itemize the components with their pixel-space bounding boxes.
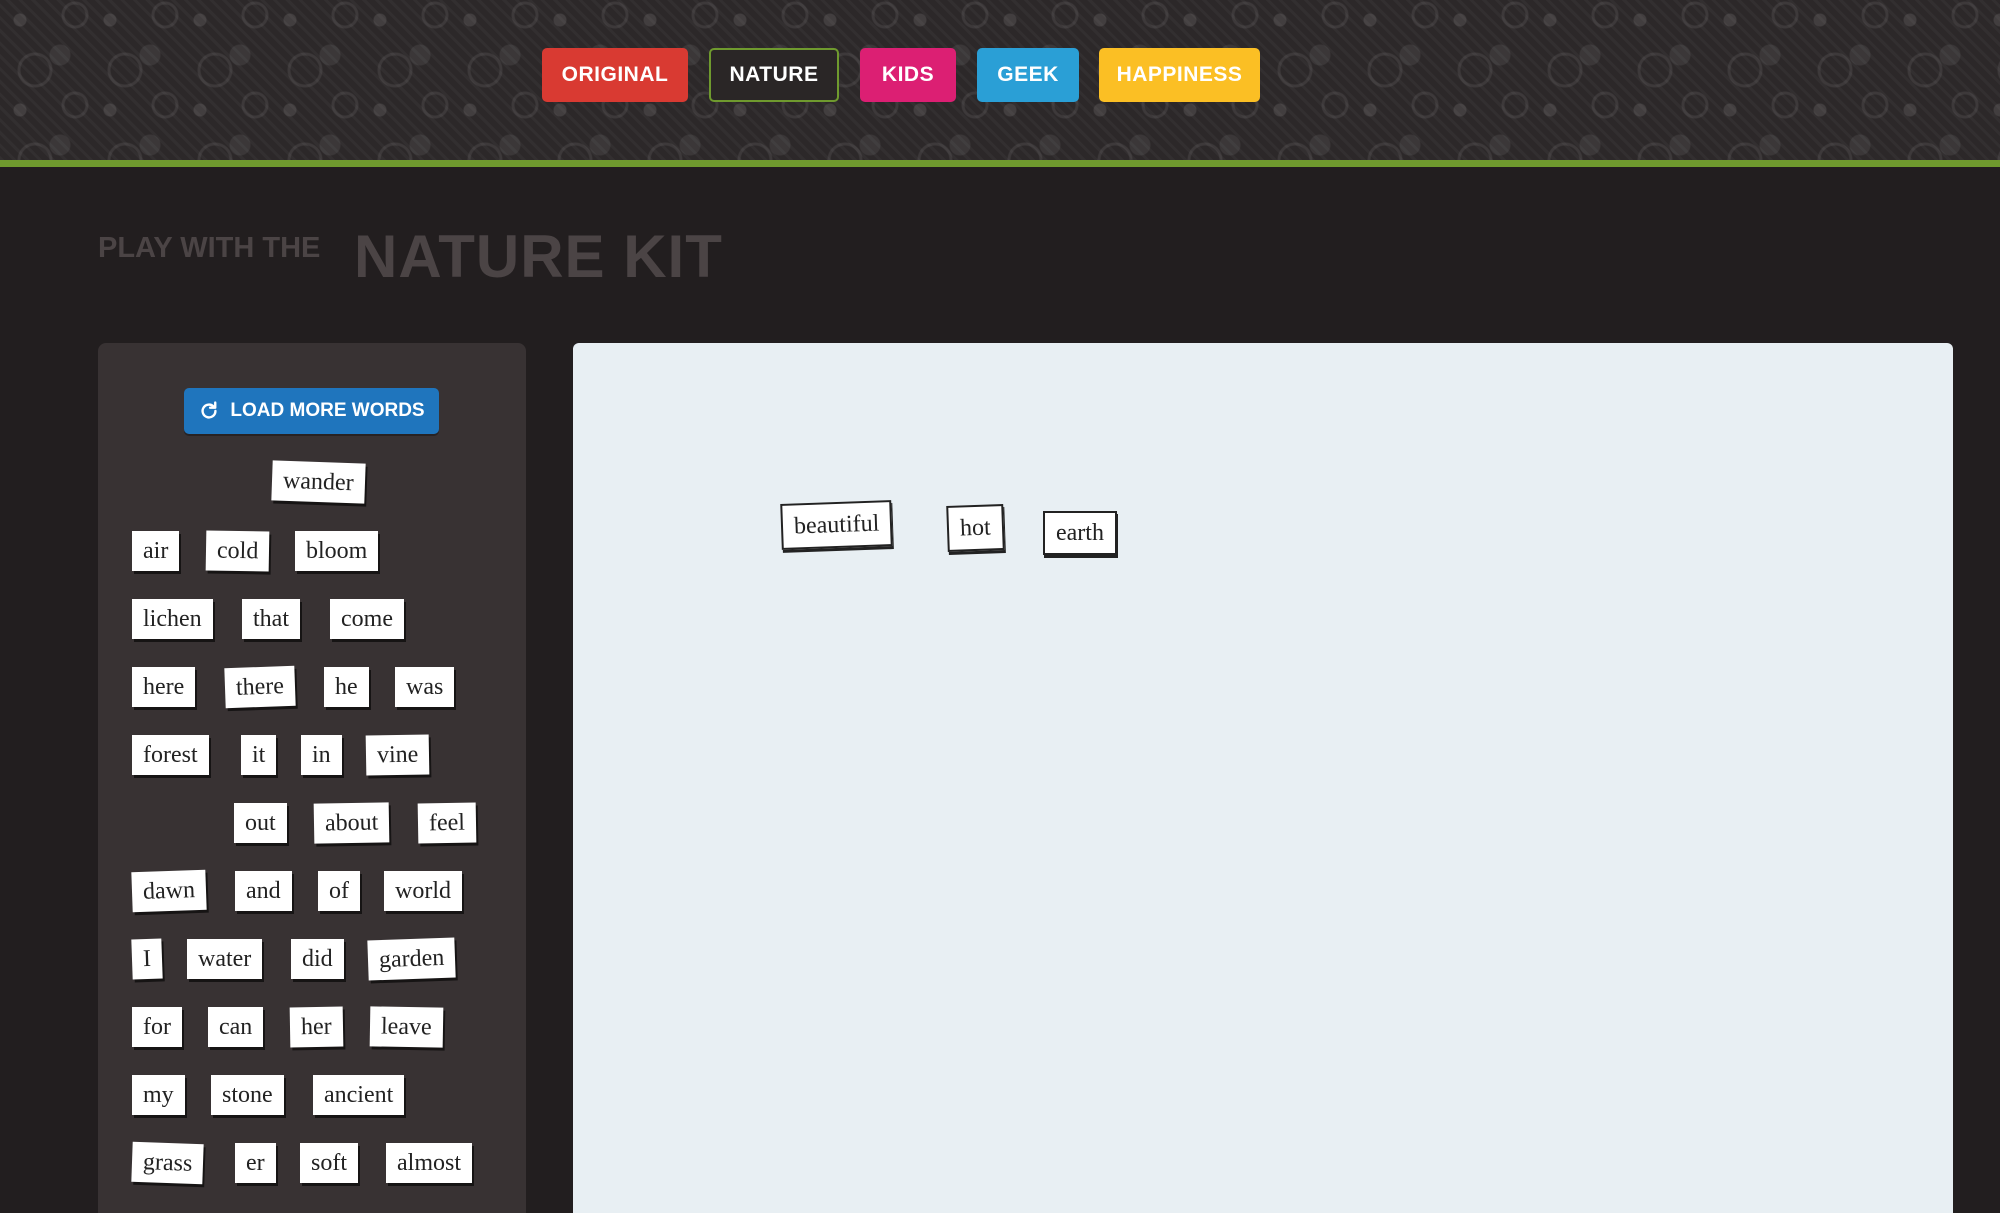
word-tile[interactable]: I bbox=[131, 938, 163, 980]
kit-button-nature[interactable]: NATURE bbox=[709, 48, 839, 102]
word-tile[interactable]: that bbox=[242, 599, 300, 639]
word-tile[interactable]: of bbox=[318, 871, 360, 911]
word-tile[interactable]: her bbox=[289, 1006, 344, 1048]
kit-button-kids[interactable]: KIDS bbox=[860, 48, 956, 102]
word-tile[interactable]: air bbox=[132, 531, 180, 571]
word-tile[interactable]: garden bbox=[367, 937, 456, 981]
word-tile[interactable]: in bbox=[301, 735, 342, 775]
refresh-icon bbox=[201, 401, 217, 419]
canvas-word-tile[interactable]: beautiful bbox=[780, 500, 894, 550]
word-tile[interactable]: leave bbox=[369, 1006, 443, 1048]
word-tile[interactable]: he bbox=[324, 667, 369, 707]
word-tile[interactable]: bloom bbox=[295, 531, 379, 571]
word-tile[interactable]: stone bbox=[211, 1075, 284, 1115]
load-more-words-button[interactable]: LOAD MORE WORDS bbox=[184, 388, 439, 434]
word-tile[interactable]: lichen bbox=[132, 599, 213, 639]
kit-button-original[interactable]: ORIGINAL bbox=[542, 48, 688, 102]
kit-nav: ORIGINAL NATURE KIDS GEEK HAPPINESS bbox=[0, 48, 2000, 104]
word-tile[interactable]: my bbox=[132, 1075, 185, 1115]
word-tile[interactable]: vine bbox=[365, 734, 430, 776]
word-tile[interactable]: cold bbox=[205, 530, 270, 572]
poem-canvas[interactable]: beautiful hot earth bbox=[573, 343, 1953, 1213]
word-tile[interactable]: out bbox=[234, 803, 287, 843]
page-title-prefix: PLAY WITH THE bbox=[98, 232, 321, 264]
header-divider bbox=[0, 160, 2000, 167]
kit-button-happiness[interactable]: HAPPINESS bbox=[1099, 48, 1260, 102]
word-tile[interactable]: come bbox=[330, 599, 404, 639]
kit-button-geek[interactable]: GEEK bbox=[977, 48, 1079, 102]
word-tile[interactable]: was bbox=[395, 667, 455, 707]
word-tile[interactable]: forest bbox=[132, 735, 209, 775]
canvas-word-tile[interactable]: earth bbox=[1043, 511, 1117, 555]
word-tile[interactable]: there bbox=[224, 665, 296, 709]
word-tile[interactable]: and bbox=[235, 871, 292, 911]
word-tile[interactable]: did bbox=[291, 939, 344, 979]
word-bank: LOAD MORE WORDS wander air cold bloom li… bbox=[98, 343, 526, 1213]
word-tile[interactable]: water bbox=[187, 939, 263, 979]
word-tile[interactable]: er bbox=[235, 1143, 276, 1183]
word-tile[interactable]: about bbox=[313, 802, 390, 844]
word-tile[interactable]: feel bbox=[417, 802, 477, 844]
word-tile[interactable]: world bbox=[384, 871, 462, 911]
canvas-word-tile[interactable]: hot bbox=[946, 504, 1005, 552]
word-tile[interactable]: dawn bbox=[131, 869, 207, 913]
word-tile[interactable]: ancient bbox=[313, 1075, 405, 1115]
word-tile[interactable]: soft bbox=[300, 1143, 358, 1183]
word-tile[interactable]: wander bbox=[271, 460, 366, 504]
word-tile[interactable]: can bbox=[208, 1007, 264, 1047]
word-tile[interactable]: for bbox=[132, 1007, 182, 1047]
page-title-kit-name: NATURE KIT bbox=[354, 223, 723, 290]
word-tile[interactable]: almost bbox=[386, 1143, 472, 1183]
word-tile[interactable]: here bbox=[132, 667, 196, 707]
word-tile[interactable]: it bbox=[241, 735, 277, 775]
word-tile[interactable]: grass bbox=[131, 1141, 205, 1185]
load-more-words-label: LOAD MORE WORDS bbox=[230, 400, 425, 421]
